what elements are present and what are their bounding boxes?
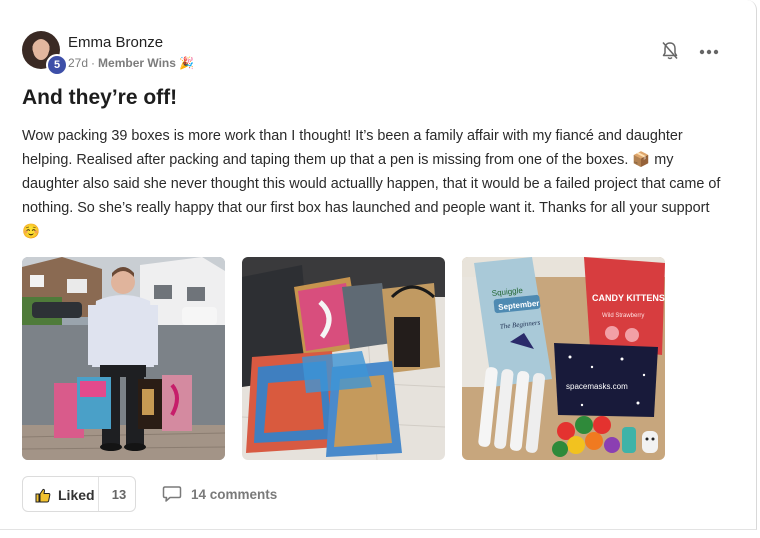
post-card: 5 Emma Bronze 27d · Member Wins 🎉 And th… (0, 0, 757, 530)
spacemasks-label: spacemasks.com (566, 382, 628, 391)
man-holding-bags-photo[interactable] (22, 257, 225, 460)
post-body: Wow packing 39 boxes is more work than I… (22, 128, 721, 240)
like-inner: Liked (35, 487, 95, 503)
box-contents-photo[interactable]: Squiggle September The Beginners CANDY K… (462, 257, 665, 460)
candy-kittens-label: CANDY KITTENS (592, 293, 665, 303)
level-badge: 5 (46, 54, 68, 76)
like-divider (98, 477, 99, 511)
post-meta: 27d · Member Wins 🎉 (68, 56, 194, 70)
comment-bubble-icon (162, 486, 182, 502)
author-name[interactable]: Emma Bronze (68, 34, 163, 51)
post-title: And they’re off! (22, 86, 178, 109)
avatar-face (33, 39, 49, 60)
post-category[interactable]: Member Wins (98, 56, 176, 70)
post-actions: Liked 13 14 comments (22, 476, 422, 514)
image-gallery: Squiggle September The Beginners CANDY K… (22, 257, 672, 460)
like-count[interactable]: 13 (101, 487, 137, 502)
like-label: Liked (58, 487, 95, 503)
party-popper-icon: 🎉 (178, 56, 194, 70)
bell-off-icon[interactable] (661, 41, 679, 61)
comments-button[interactable]: 14 comments (162, 485, 277, 503)
meta-separator: · (91, 56, 96, 70)
post-age: 27d (68, 56, 89, 70)
more-horizontal-icon[interactable] (699, 49, 719, 55)
like-button[interactable]: Liked 13 (22, 476, 136, 512)
post-header: 5 Emma Bronze 27d · Member Wins 🎉 (22, 30, 737, 76)
packed-bags-photo[interactable] (242, 257, 445, 460)
comments-label: 14 comments (191, 486, 278, 502)
thumbs-up-icon (35, 488, 51, 502)
svg-text:Wild Strawberry: Wild Strawberry (602, 313, 644, 319)
